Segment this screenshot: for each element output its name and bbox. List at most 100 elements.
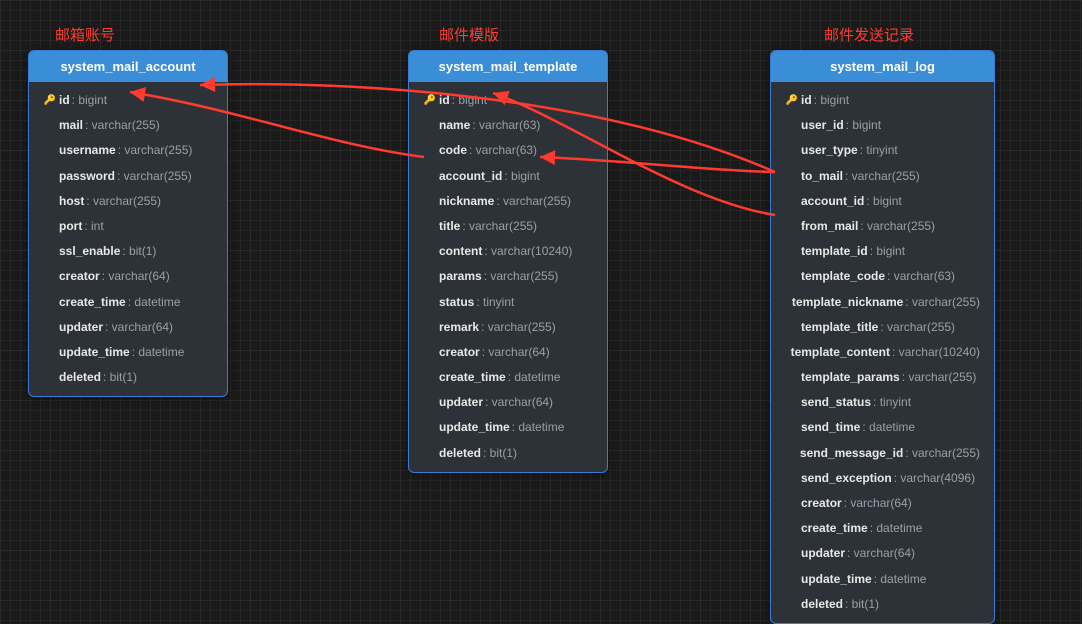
column-id: id: bigint bbox=[409, 88, 607, 113]
column-name: template_content bbox=[791, 343, 890, 362]
column-send_time: send_time: datetime bbox=[771, 415, 994, 440]
column-id: id: bigint bbox=[29, 88, 227, 113]
column-type: : tinyint bbox=[476, 293, 514, 312]
column-type: : varchar(64) bbox=[844, 494, 912, 513]
column-remark: remark: varchar(255) bbox=[409, 315, 607, 340]
column-name: updater bbox=[59, 318, 103, 337]
column-type: : varchar(255) bbox=[496, 192, 571, 211]
column-name: name: varchar(63) bbox=[409, 113, 607, 138]
column-deleted: deleted: bit(1) bbox=[29, 365, 227, 390]
column-type: : varchar(255) bbox=[85, 116, 160, 135]
column-ssl_enable: ssl_enable: bit(1) bbox=[29, 239, 227, 264]
column-name: mail bbox=[59, 116, 83, 135]
column-name: account_id bbox=[801, 192, 864, 211]
column-name: template_title bbox=[801, 318, 878, 337]
column-type: : bigint bbox=[846, 116, 881, 135]
column-name: account_id bbox=[439, 167, 502, 186]
column-creator: creator: varchar(64) bbox=[771, 491, 994, 516]
column-type: : varchar(63) bbox=[472, 116, 540, 135]
column-send_exception: send_exception: varchar(4096) bbox=[771, 466, 994, 491]
column-name: update_time bbox=[801, 570, 872, 589]
column-name: creator bbox=[801, 494, 842, 513]
label-template: 邮件模版 bbox=[439, 24, 499, 45]
column-type: : bigint bbox=[72, 91, 107, 110]
column-name: id bbox=[59, 91, 70, 110]
column-create_time: create_time: datetime bbox=[771, 516, 994, 541]
column-template_code: template_code: varchar(63) bbox=[771, 264, 994, 289]
column-user_id: user_id: bigint bbox=[771, 113, 994, 138]
column-deleted: deleted: bit(1) bbox=[771, 592, 994, 617]
column-type: : datetime bbox=[874, 570, 927, 589]
column-name: remark bbox=[439, 318, 479, 337]
table-header: system_mail_log bbox=[771, 51, 994, 82]
column-name: updater bbox=[801, 544, 845, 563]
column-type: : varchar(10240) bbox=[484, 242, 572, 261]
column-name: deleted bbox=[801, 595, 843, 614]
column-type: : tinyint bbox=[860, 141, 898, 160]
table-system-mail-log[interactable]: system_mail_log id: bigintuser_id: bigin… bbox=[770, 50, 995, 624]
column-type: : varchar(255) bbox=[905, 444, 980, 463]
column-name: name bbox=[439, 116, 470, 135]
column-type: : datetime bbox=[512, 418, 565, 437]
column-template_nickname: template_nickname: varchar(255) bbox=[771, 290, 994, 315]
column-type: : varchar(255) bbox=[462, 217, 537, 236]
column-name: create_time bbox=[801, 519, 868, 538]
column-name: updater bbox=[439, 393, 483, 412]
column-type: : varchar(64) bbox=[485, 393, 553, 412]
column-template_id: template_id: bigint bbox=[771, 239, 994, 264]
column-send_message_id: send_message_id: varchar(255) bbox=[771, 441, 994, 466]
column-type: : datetime bbox=[128, 293, 181, 312]
column-type: : bit(1) bbox=[122, 242, 156, 261]
column-creator: creator: varchar(64) bbox=[29, 264, 227, 289]
column-template_title: template_title: varchar(255) bbox=[771, 315, 994, 340]
column-name: send_status bbox=[801, 393, 871, 412]
key-icon bbox=[43, 92, 57, 110]
column-updater: updater: varchar(64) bbox=[29, 315, 227, 340]
column-name: code bbox=[439, 141, 467, 160]
column-name: send_exception bbox=[801, 469, 892, 488]
column-name: deleted bbox=[439, 444, 481, 463]
column-update_time: update_time: datetime bbox=[29, 340, 227, 365]
table-system-mail-template[interactable]: system_mail_template id: bigintname: var… bbox=[408, 50, 608, 473]
column-type: : bigint bbox=[866, 192, 901, 211]
column-name: template_nickname bbox=[792, 293, 903, 312]
column-name: send_message_id bbox=[800, 444, 903, 463]
column-type: : bit(1) bbox=[483, 444, 517, 463]
column-name: password bbox=[59, 167, 115, 186]
column-name: create_time bbox=[59, 293, 126, 312]
column-name: from_mail bbox=[801, 217, 858, 236]
column-from_mail: from_mail: varchar(255) bbox=[771, 214, 994, 239]
column-type: : bigint bbox=[814, 91, 849, 110]
column-host: host: varchar(255) bbox=[29, 189, 227, 214]
column-type: : varchar(4096) bbox=[894, 469, 975, 488]
key-icon bbox=[785, 92, 799, 110]
column-name: content bbox=[439, 242, 482, 261]
column-type: : datetime bbox=[508, 368, 561, 387]
column-creator: creator: varchar(64) bbox=[409, 340, 607, 365]
column-name: host bbox=[59, 192, 84, 211]
label-log: 邮件发送记录 bbox=[824, 24, 914, 45]
columns-container: id: bigintuser_id: bigintuser_type: tiny… bbox=[771, 82, 994, 623]
column-name: params bbox=[439, 267, 482, 286]
column-name: nickname bbox=[439, 192, 494, 211]
table-header: system_mail_account bbox=[29, 51, 227, 82]
column-mail: mail: varchar(255) bbox=[29, 113, 227, 138]
column-params: params: varchar(255) bbox=[409, 264, 607, 289]
column-type: : varchar(64) bbox=[105, 318, 173, 337]
column-name: template_params bbox=[801, 368, 900, 387]
column-title: title: varchar(255) bbox=[409, 214, 607, 239]
column-name: username bbox=[59, 141, 116, 160]
column-type: : varchar(64) bbox=[482, 343, 550, 362]
table-system-mail-account[interactable]: system_mail_account id: bigintmail: varc… bbox=[28, 50, 228, 397]
column-name: deleted bbox=[59, 368, 101, 387]
column-name: user_id bbox=[801, 116, 844, 135]
column-name: to_mail bbox=[801, 167, 843, 186]
column-name: id bbox=[801, 91, 812, 110]
column-type: : varchar(255) bbox=[481, 318, 556, 337]
column-password: password: varchar(255) bbox=[29, 164, 227, 189]
column-name: user_type bbox=[801, 141, 858, 160]
column-deleted: deleted: bit(1) bbox=[409, 441, 607, 466]
column-name: update_time bbox=[59, 343, 130, 362]
column-name: template_id bbox=[801, 242, 868, 261]
column-name: create_time bbox=[439, 368, 506, 387]
